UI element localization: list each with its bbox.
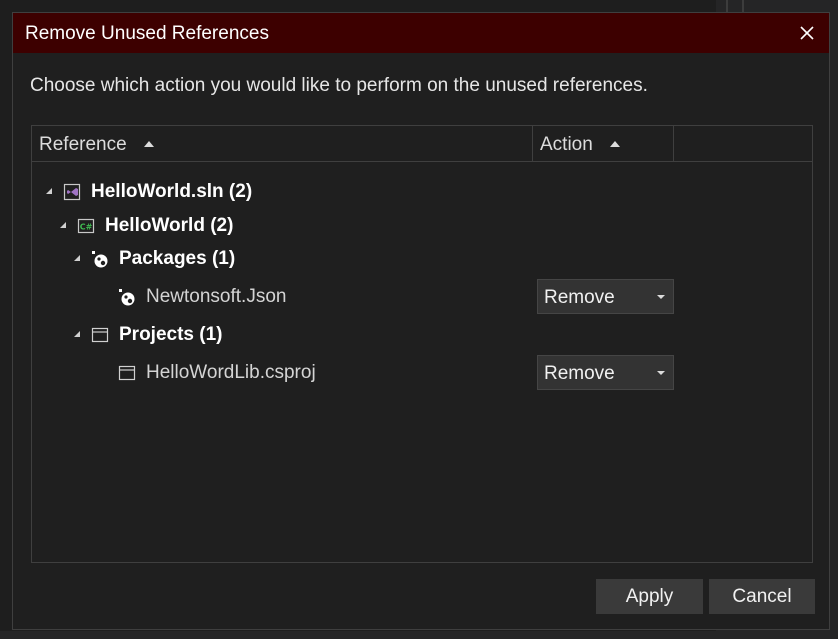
close-icon[interactable] <box>793 19 821 47</box>
remove-unused-references-dialog: Remove Unused References Choose which ac… <box>12 12 830 630</box>
tree-item-label: HelloWorld.sln (2) <box>91 181 253 202</box>
csharp-project-icon: C# <box>77 218 95 234</box>
tree-row-project[interactable]: C# HelloWorld (2) <box>32 210 812 242</box>
column-header-label: Reference <box>39 134 127 155</box>
chevron-down-icon <box>657 371 665 375</box>
expand-collapse-icon[interactable] <box>60 222 66 228</box>
instruction-text: Choose which action you would like to pe… <box>30 75 648 96</box>
expand-collapse-icon[interactable] <box>46 188 52 194</box>
references-grid: Reference Action HelloWorld.sln (2) C# H… <box>31 125 813 563</box>
column-header-label: Action <box>540 134 593 155</box>
sort-ascending-icon <box>144 141 154 147</box>
tree-item-label: HelloWorld (2) <box>105 215 234 236</box>
column-header-empty <box>674 126 812 162</box>
project-icon <box>118 365 136 381</box>
solution-icon <box>63 183 81 201</box>
package-icon <box>119 289 135 306</box>
action-dropdown[interactable]: Remove <box>537 279 674 314</box>
tree-row-solution[interactable]: HelloWorld.sln (2) <box>32 176 812 208</box>
sort-ascending-icon <box>610 141 620 147</box>
tree-item-label: HelloWordLib.csproj <box>146 362 316 383</box>
apply-button[interactable]: Apply <box>596 579 703 614</box>
column-header-reference[interactable]: Reference <box>32 126 533 162</box>
action-dropdown-value: Remove <box>544 363 615 384</box>
dialog-title: Remove Unused References <box>25 23 269 44</box>
tree-item-label: Packages (1) <box>119 248 236 269</box>
tree-row-package[interactable]: Newtonsoft.Json Remove <box>32 279 812 314</box>
tree-row-projects[interactable]: Projects (1) <box>32 319 812 351</box>
dialog-titlebar: Remove Unused References <box>13 13 829 53</box>
chevron-down-icon <box>657 295 665 299</box>
expand-collapse-icon[interactable] <box>74 255 80 261</box>
expand-collapse-icon[interactable] <box>74 331 80 337</box>
projects-icon <box>91 327 109 343</box>
column-header-action[interactable]: Action <box>533 126 674 162</box>
tree-item-label: Newtonsoft.Json <box>146 286 287 307</box>
tree-item-label: Projects (1) <box>119 324 223 345</box>
cancel-button[interactable]: Cancel <box>709 579 815 614</box>
packages-icon <box>92 251 108 268</box>
tree-row-project-reference[interactable]: HelloWordLib.csproj Remove <box>32 355 812 390</box>
action-dropdown[interactable]: Remove <box>537 355 674 390</box>
background-ide-strip <box>0 631 838 639</box>
svg-text:C#: C# <box>80 223 93 232</box>
tree-row-packages[interactable]: Packages (1) <box>32 243 812 275</box>
action-dropdown-value: Remove <box>544 287 615 308</box>
